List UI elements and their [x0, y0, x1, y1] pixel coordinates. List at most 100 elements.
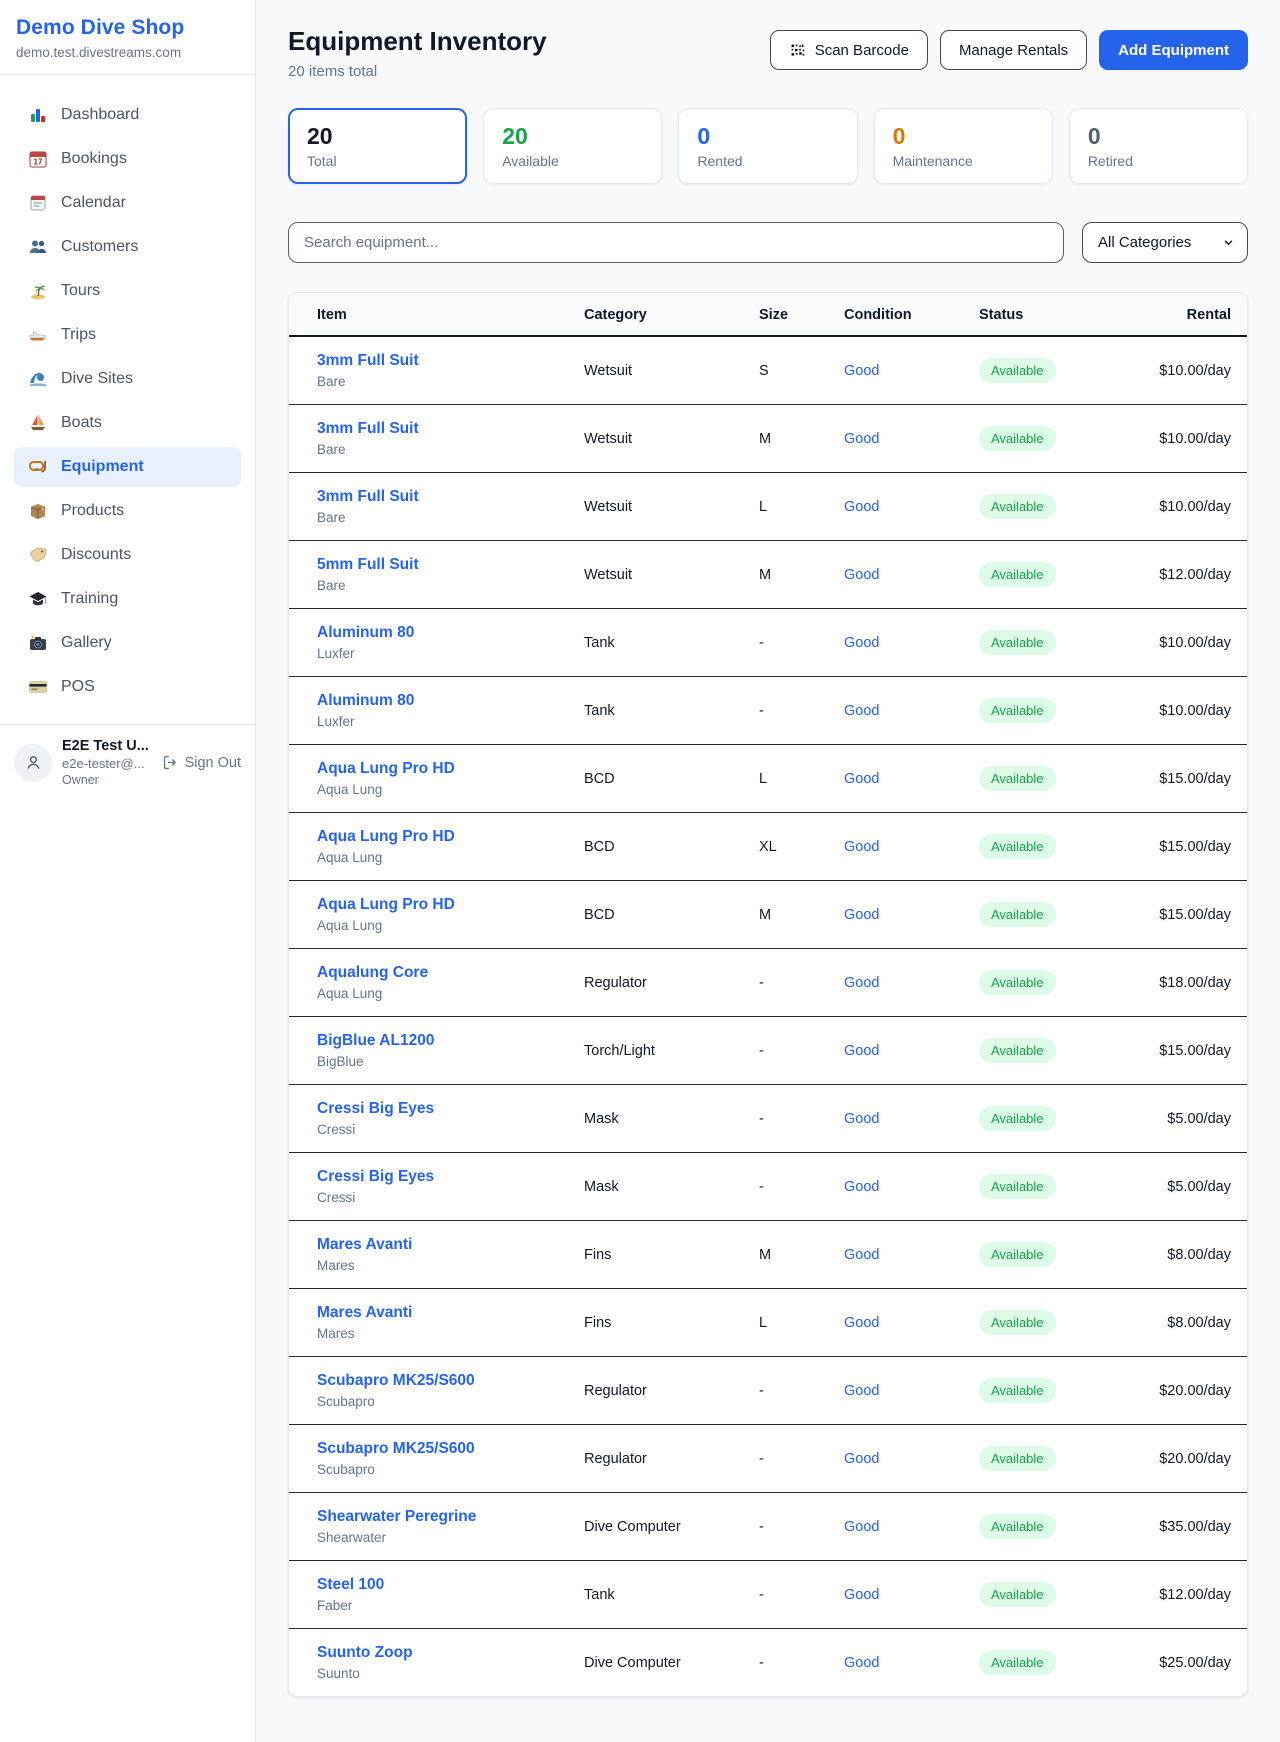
item-name-link[interactable]: Aluminum 80 [317, 692, 414, 710]
item-condition-link[interactable]: Good [844, 1451, 879, 1467]
sidebar-item-label: Products [61, 502, 124, 520]
item-condition-link[interactable]: Good [844, 839, 879, 855]
sidebar-item-trips[interactable]: Trips [14, 315, 241, 355]
item-condition-link[interactable]: Good [844, 771, 879, 787]
status-badge: Available [979, 494, 1056, 519]
item-brand: Suunto [317, 1666, 584, 1681]
sidebar-item-equipment[interactable]: Equipment [14, 447, 241, 487]
item-name-link[interactable]: Aqua Lung Pro HD [317, 760, 455, 778]
item-condition-link[interactable]: Good [844, 567, 879, 583]
item-name-link[interactable]: Mares Avanti [317, 1236, 412, 1254]
sidebar-item-discounts[interactable]: Discounts [14, 535, 241, 575]
item-condition-link[interactable]: Good [844, 1315, 879, 1331]
item-name-link[interactable]: 3mm Full Suit [317, 420, 419, 438]
sign-out-button[interactable]: Sign Out [162, 754, 241, 771]
item-name-link[interactable]: Suunto Zoop [317, 1644, 413, 1662]
item-size: - [759, 1085, 844, 1153]
item-name-link[interactable]: 5mm Full Suit [317, 556, 419, 574]
item-name-link[interactable]: Steel 100 [317, 1576, 384, 1594]
item-name-link[interactable]: Scubapro MK25/S600 [317, 1372, 475, 1390]
status-badge: Available [979, 1650, 1056, 1675]
item-condition-link[interactable]: Good [844, 499, 879, 515]
item-category: Mask [584, 1085, 759, 1153]
sidebar-item-dashboard[interactable]: Dashboard [14, 95, 241, 135]
sidebar-item-customers[interactable]: Customers [14, 227, 241, 267]
sidebar-item-label: Boats [61, 414, 102, 432]
item-category: Regulator [584, 1357, 759, 1425]
item-name-link[interactable]: Cressi Big Eyes [317, 1168, 434, 1186]
table-row: Aluminum 80LuxferTank-GoodAvailable$10.0… [289, 609, 1247, 677]
item-condition-link[interactable]: Good [844, 431, 879, 447]
item-condition-link[interactable]: Good [844, 1383, 879, 1399]
item-condition-link[interactable]: Good [844, 907, 879, 923]
stat-card-retired[interactable]: 0Retired [1069, 108, 1248, 184]
item-status-cell: Available [979, 1085, 1149, 1153]
add-equipment-button[interactable]: Add Equipment [1099, 30, 1248, 70]
item-name-link[interactable]: Aluminum 80 [317, 624, 414, 642]
stat-card-total[interactable]: 20Total [288, 108, 467, 184]
item-rental: $35.00/day [1149, 1493, 1247, 1561]
sidebar-item-label: Tours [61, 282, 100, 300]
item-condition-cell: Good [844, 745, 979, 813]
scan-barcode-button[interactable]: Scan Barcode [770, 30, 928, 70]
item-condition-cell: Good [844, 813, 979, 881]
item-name-link[interactable]: Shearwater Peregrine [317, 1508, 476, 1526]
item-condition-link[interactable]: Good [844, 363, 879, 379]
sidebar-item-training[interactable]: Training [14, 579, 241, 619]
item-name-link[interactable]: BigBlue AL1200 [317, 1032, 434, 1050]
item-rental: $18.00/day [1149, 949, 1247, 1017]
sidebar-item-products[interactable]: Products [14, 491, 241, 531]
item-status-cell: Available [979, 1017, 1149, 1085]
item-condition-link[interactable]: Good [844, 1111, 879, 1127]
column-header-category: Category [584, 293, 759, 336]
item-size: - [759, 1629, 844, 1697]
item-brand: Mares [317, 1326, 584, 1341]
item-name-link[interactable]: Scubapro MK25/S600 [317, 1440, 475, 1458]
item-size: M [759, 1221, 844, 1289]
status-badge: Available [979, 426, 1056, 451]
item-status-cell: Available [979, 473, 1149, 541]
sidebar-item-tours[interactable]: Tours [14, 271, 241, 311]
item-name-link[interactable]: 3mm Full Suit [317, 352, 419, 370]
item-condition-link[interactable]: Good [844, 703, 879, 719]
item-condition-link[interactable]: Good [844, 1247, 879, 1263]
sidebar-item-pos[interactable]: POS [14, 667, 241, 707]
sidebar-item-label: POS [61, 678, 95, 696]
item-condition-cell: Good [844, 1221, 979, 1289]
table-row: BigBlue AL1200BigBlueTorch/Light-GoodAva… [289, 1017, 1247, 1085]
table-row: Aqualung CoreAqua LungRegulator-GoodAvai… [289, 949, 1247, 1017]
stat-card-maintenance[interactable]: 0Maintenance [874, 108, 1053, 184]
item-condition-link[interactable]: Good [844, 1655, 879, 1671]
item-category: Dive Computer [584, 1629, 759, 1697]
sidebar: Demo Dive Shop demo.test.divestreams.com… [0, 0, 256, 1742]
item-condition-link[interactable]: Good [844, 635, 879, 651]
item-name-link[interactable]: Aqua Lung Pro HD [317, 828, 455, 846]
manage-rentals-button[interactable]: Manage Rentals [940, 30, 1087, 70]
item-rental: $5.00/day [1149, 1085, 1247, 1153]
item-rental: $15.00/day [1149, 813, 1247, 881]
item-brand: Aqua Lung [317, 850, 584, 865]
item-name-link[interactable]: Aqualung Core [317, 964, 428, 982]
sidebar-item-gallery[interactable]: Gallery [14, 623, 241, 663]
stat-card-rented[interactable]: 0Rented [678, 108, 857, 184]
sidebar-item-bookings[interactable]: 17Bookings [14, 139, 241, 179]
item-name-link[interactable]: Cressi Big Eyes [317, 1100, 434, 1118]
category-select[interactable]: All Categories [1082, 222, 1248, 263]
stat-label: Rented [697, 153, 838, 169]
item-name-link[interactable]: Aqua Lung Pro HD [317, 896, 455, 914]
sidebar-item-boats[interactable]: Boats [14, 403, 241, 443]
wave-icon [28, 369, 48, 389]
item-condition-link[interactable]: Good [844, 975, 879, 991]
item-condition-link[interactable]: Good [844, 1179, 879, 1195]
item-condition-link[interactable]: Good [844, 1519, 879, 1535]
item-condition-link[interactable]: Good [844, 1043, 879, 1059]
sidebar-item-calendar[interactable]: Calendar [14, 183, 241, 223]
item-condition-link[interactable]: Good [844, 1587, 879, 1603]
stat-card-available[interactable]: 20Available [483, 108, 662, 184]
item-cell: BigBlue AL1200BigBlue [289, 1017, 584, 1085]
sidebar-item-dive-sites[interactable]: Dive Sites [14, 359, 241, 399]
page-title: Equipment Inventory [288, 26, 547, 57]
search-input[interactable] [288, 222, 1064, 263]
item-name-link[interactable]: 3mm Full Suit [317, 488, 419, 506]
item-name-link[interactable]: Mares Avanti [317, 1304, 412, 1322]
